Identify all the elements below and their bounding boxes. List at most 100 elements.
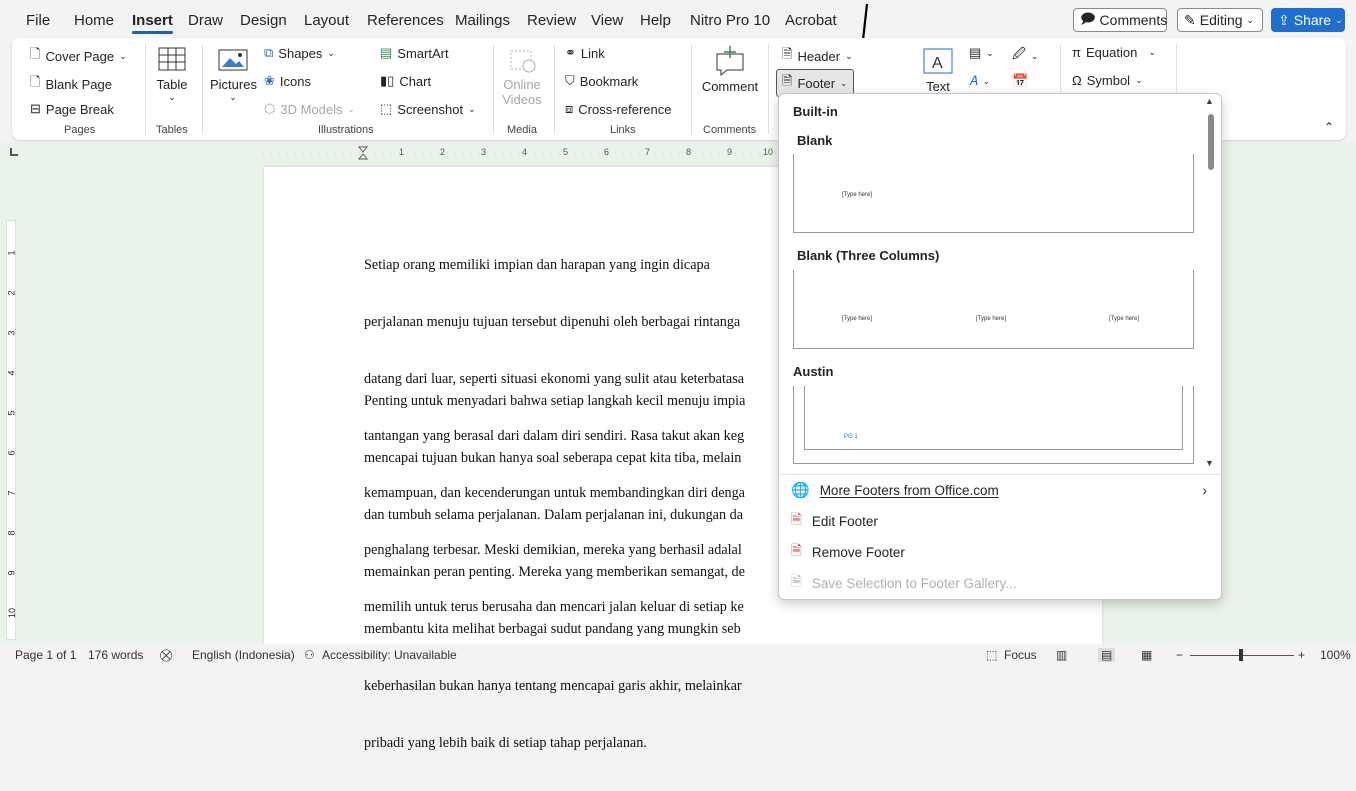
- scrollbar-thumb[interactable]: [1208, 114, 1214, 170]
- remove-footer-item[interactable]: 🗎 Remove Footer: [791, 538, 1211, 566]
- chart-button[interactable]: ▮▯ Chart: [380, 73, 431, 89]
- comment-icon: 🗩: [1080, 10, 1096, 26]
- footer-option-title: Austin: [793, 364, 834, 379]
- chart-label: Chart: [399, 73, 432, 89]
- footer-option-blank-three-columns[interactable]: [Type here] [Type here] [Type here]: [793, 270, 1194, 349]
- online-videos-button[interactable]: Online Videos: [500, 48, 544, 107]
- wordart-icon: 𝐴: [969, 73, 978, 88]
- menu-insert[interactable]: Insert: [132, 12, 173, 34]
- icons-button[interactable]: ❀ Icons: [264, 73, 311, 89]
- web-layout-icon[interactable]: ▦: [1141, 648, 1152, 662]
- menu-mailings[interactable]: Mailings: [455, 12, 510, 29]
- svg-text:A: A: [932, 55, 943, 72]
- menu-nitro[interactable]: Nitro Pro 10: [690, 12, 770, 29]
- ruler-number: 6: [6, 450, 17, 456]
- bookmark-button[interactable]: ⛉ Bookmark: [565, 73, 638, 89]
- cross-reference-label: Cross-reference: [578, 101, 672, 117]
- share-label: Share: [1293, 12, 1332, 28]
- page-break-button[interactable]: ⊟ Page Break: [30, 101, 114, 117]
- menu-review[interactable]: Review: [527, 12, 576, 29]
- blank-page-button[interactable]: 🗋 Blank Page: [30, 73, 112, 95]
- quick-parts-icon: ▤: [969, 45, 982, 60]
- page-count[interactable]: Page 1 of 1: [15, 648, 76, 662]
- editing-button[interactable]: ✎ Editing ⌄: [1177, 8, 1263, 32]
- signature-line-button[interactable]: 🖉 ⌄: [1012, 45, 1038, 67]
- zoom-in-icon[interactable]: +: [1298, 648, 1305, 662]
- smartart-button[interactable]: ▤ SmartArt: [380, 45, 449, 61]
- equation-button[interactable]: π Equation ⌄: [1072, 45, 1156, 60]
- menu-acrobat[interactable]: Acrobat: [785, 12, 837, 29]
- vertical-ruler[interactable]: 1 2 3 4 5 6 7 8 9 10: [0, 160, 22, 642]
- wordart-button[interactable]: 𝐴 ⌄: [969, 73, 990, 89]
- zoom-slider-thumb[interactable]: [1239, 649, 1243, 661]
- ruler-number: 1: [6, 250, 17, 256]
- focus-icon[interactable]: ⬚: [986, 648, 997, 662]
- read-mode-icon[interactable]: ▥: [1056, 648, 1067, 662]
- footer-option-blank[interactable]: [Type here]: [793, 154, 1194, 233]
- word-count[interactable]: 176 words: [88, 648, 143, 662]
- scroll-down-icon[interactable]: ▼: [1205, 458, 1214, 468]
- placeholder-text: [Type here]: [1109, 316, 1140, 322]
- shapes-label: Shapes: [278, 45, 323, 61]
- print-layout-icon[interactable]: ▤: [1098, 648, 1116, 662]
- cover-page-button[interactable]: 🗋 Cover Page ⌄: [30, 45, 127, 67]
- ruler-number: 2: [6, 290, 17, 296]
- comments-button[interactable]: 🗩 Comments: [1073, 8, 1167, 32]
- accessibility-status[interactable]: Accessibility: Unavailable: [322, 648, 457, 662]
- scrollbar[interactable]: ▲ ▼: [1203, 96, 1217, 470]
- scroll-up-icon[interactable]: ▲: [1205, 96, 1214, 106]
- text-box-button[interactable]: A Text: [918, 46, 958, 94]
- date-time-button[interactable]: 📅: [1012, 73, 1028, 89]
- signature-icon: 🖉: [1012, 46, 1026, 61]
- share-button[interactable]: ⇪ Share ⌄: [1271, 8, 1345, 32]
- zoom-out-icon[interactable]: −: [1176, 648, 1183, 662]
- ruler-number: 9: [6, 570, 17, 576]
- comment-button[interactable]: Comment: [700, 44, 760, 94]
- focus-label[interactable]: Focus: [1004, 648, 1037, 662]
- more-footers-item[interactable]: 🌐 More Footers from Office.com ›: [791, 476, 1211, 504]
- menu-home[interactable]: Home: [74, 12, 114, 29]
- pi-icon: π: [1072, 45, 1081, 60]
- menu-references[interactable]: References: [367, 12, 444, 29]
- 3d-models-button[interactable]: ⬡ 3D Models ⌄: [264, 101, 355, 117]
- table-button[interactable]: Table ⌄: [154, 46, 190, 103]
- proofing-icon[interactable]: ⛒: [160, 648, 172, 663]
- menu-design[interactable]: Design: [240, 12, 287, 29]
- tab-selector-icon[interactable]: [10, 148, 18, 156]
- menu-draw[interactable]: Draw: [188, 12, 223, 29]
- header-button[interactable]: 🗎 Header ⌄: [782, 45, 853, 67]
- footer-icon: 🗎: [782, 73, 793, 88]
- chevron-down-icon: ⌄: [468, 103, 476, 114]
- zoom-level[interactable]: 100%: [1320, 648, 1351, 662]
- accessibility-icon[interactable]: ⚇: [304, 648, 315, 662]
- shapes-button[interactable]: ⧉ Shapes ⌄: [264, 45, 335, 61]
- footer-option-austin[interactable]: PG 1: [793, 386, 1194, 464]
- save-selection-item[interactable]: 🗎 Save Selection to Footer Gallery...: [791, 569, 1211, 597]
- paragraph-2[interactable]: Penting untuk menyadari bahwa setiap lan…: [364, 354, 745, 791]
- horizontal-ruler[interactable]: 1 2 3 4 5 6 7 8 9 10: [263, 146, 783, 160]
- collapse-ribbon-icon[interactable]: ⌃: [1324, 120, 1334, 134]
- header-icon: 🗎: [782, 46, 793, 61]
- menu-help[interactable]: Help: [640, 12, 671, 29]
- media-group-label: Media: [507, 124, 537, 136]
- pictures-button[interactable]: Pictures ⌄: [210, 48, 257, 103]
- menu-layout[interactable]: Layout: [304, 12, 349, 29]
- symbol-button[interactable]: Ω Symbol ⌄: [1072, 73, 1143, 88]
- chevron-down-icon: ⌄: [840, 77, 848, 88]
- calendar-icon: 📅: [1012, 73, 1029, 88]
- quick-parts-button[interactable]: ▤ ⌄: [969, 45, 994, 61]
- table-label: Table: [156, 77, 188, 92]
- cross-reference-button[interactable]: ⧈ Cross-reference: [565, 101, 671, 117]
- ruler-number: 10: [7, 607, 18, 619]
- screenshot-button[interactable]: ⬚ Screenshot ⌄: [380, 101, 476, 117]
- menu-file[interactable]: File: [26, 12, 50, 29]
- edit-footer-item[interactable]: 🗎 Edit Footer: [791, 507, 1211, 535]
- language-status[interactable]: English (Indonesia): [192, 648, 295, 662]
- placeholder-text: [Type here]: [976, 316, 1007, 322]
- link-button[interactable]: ⚭ Link: [565, 45, 605, 61]
- bookmark-label: Bookmark: [579, 73, 639, 89]
- icons-icon: ❀: [264, 73, 275, 88]
- videos-label: Videos: [502, 92, 542, 107]
- ruler-number: 7: [645, 147, 651, 157]
- menu-view[interactable]: View: [591, 12, 623, 29]
